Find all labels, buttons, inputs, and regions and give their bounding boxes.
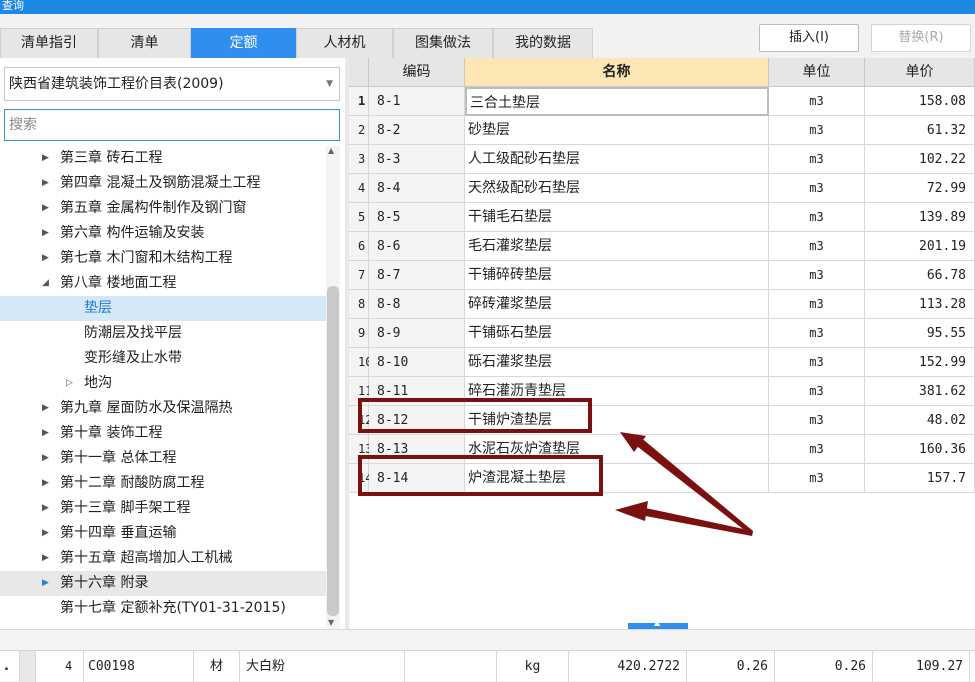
detail-type[interactable]: 材: [194, 651, 240, 682]
detail-total[interactable]: 109.27: [873, 651, 970, 682]
detail-spec[interactable]: [405, 651, 497, 682]
row-indicator: [20, 651, 36, 682]
detail-code[interactable]: C00198: [84, 651, 194, 682]
annotation-arrows: [615, 432, 753, 536]
resource-detail-row: . 4 C00198 材 大白粉 kg 420.2722 0.26 0.26 1…: [0, 650, 975, 682]
detail-quantity[interactable]: 420.2722: [569, 651, 687, 682]
annotation-arrow-lower-head: [615, 501, 648, 521]
row-marker: .: [0, 651, 20, 682]
detail-row-number: 4: [65, 659, 73, 673]
detail-price-1[interactable]: 0.26: [687, 651, 775, 682]
detail-price-2[interactable]: 0.26: [775, 651, 873, 682]
detail-splitter[interactable]: [0, 629, 975, 650]
detail-name[interactable]: 大白粉: [240, 651, 405, 682]
detail-unit[interactable]: kg: [497, 651, 569, 682]
